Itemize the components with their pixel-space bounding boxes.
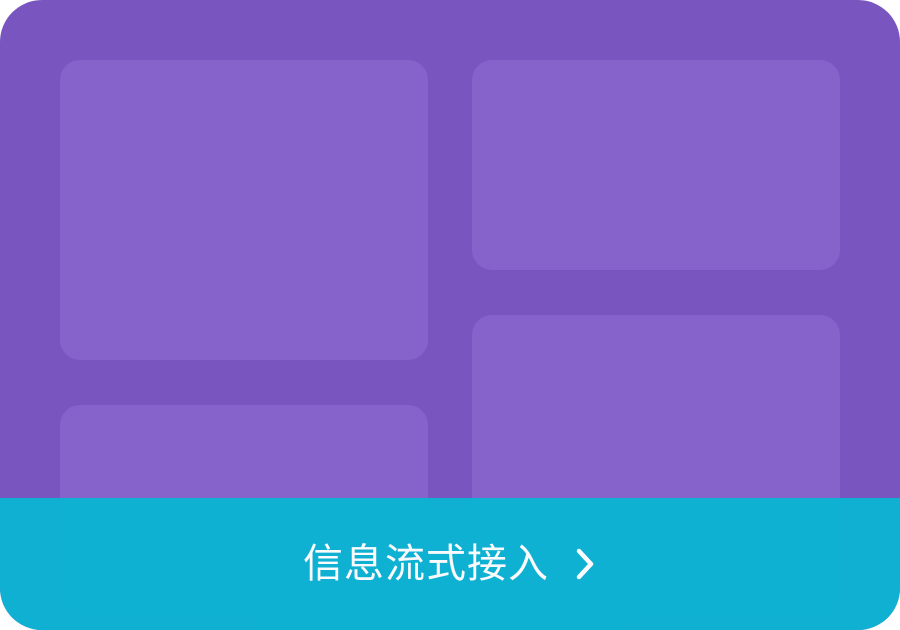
placeholder-tile-large-left [60, 60, 428, 360]
chevron-right-icon [576, 548, 594, 580]
placeholder-tile-small-right [472, 60, 840, 270]
feed-access-label: 信息流式接入 [303, 541, 549, 587]
feed-access-button[interactable]: 信息流式接入 [0, 498, 900, 630]
feed-layout-card[interactable]: 信息流式接入 [0, 0, 900, 630]
feed-access-content: 信息流式接入 [0, 498, 900, 630]
